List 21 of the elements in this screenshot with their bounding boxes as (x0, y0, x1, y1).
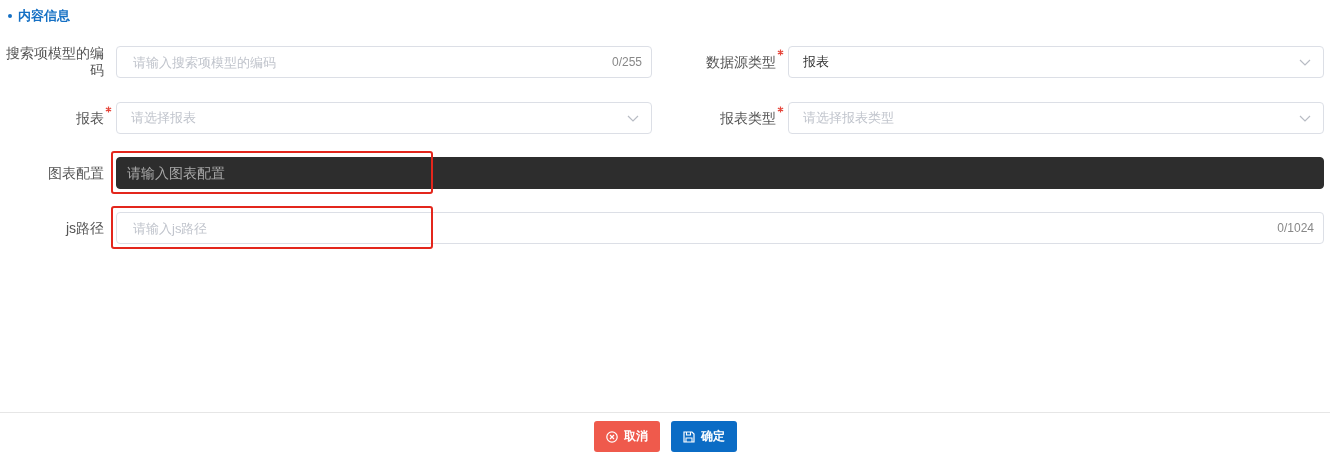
select-field[interactable]: 报表 (788, 46, 1324, 78)
field-label: 报表类型 (719, 109, 776, 127)
chevron-down-icon (1299, 58, 1311, 66)
field-label: 报表 (75, 109, 104, 127)
bullet-icon (8, 14, 12, 18)
select-field[interactable]: 请选择报表类型 (788, 102, 1324, 134)
field-label: 数据源类型 (705, 53, 776, 71)
character-counter: 0/255 (611, 54, 642, 71)
field-label: js路径 (64, 219, 104, 237)
cancel-button[interactable]: 取消 (593, 421, 660, 452)
config-field[interactable]: 请输入图表配置 (116, 157, 1324, 189)
field-label: 搜索项模型的编码 (6, 45, 104, 79)
select-field[interactable]: 请选择报表 (116, 102, 652, 134)
character-counter: 0/1024 (1277, 220, 1314, 237)
close-circle-icon (605, 430, 618, 443)
chevron-down-icon (1299, 114, 1311, 122)
field-label: 图表配置 (47, 164, 104, 182)
chevron-down-icon (627, 114, 639, 122)
save-icon (682, 430, 695, 443)
section-title: 内容信息 (18, 7, 70, 25)
confirm-button[interactable]: 确定 (670, 421, 737, 452)
